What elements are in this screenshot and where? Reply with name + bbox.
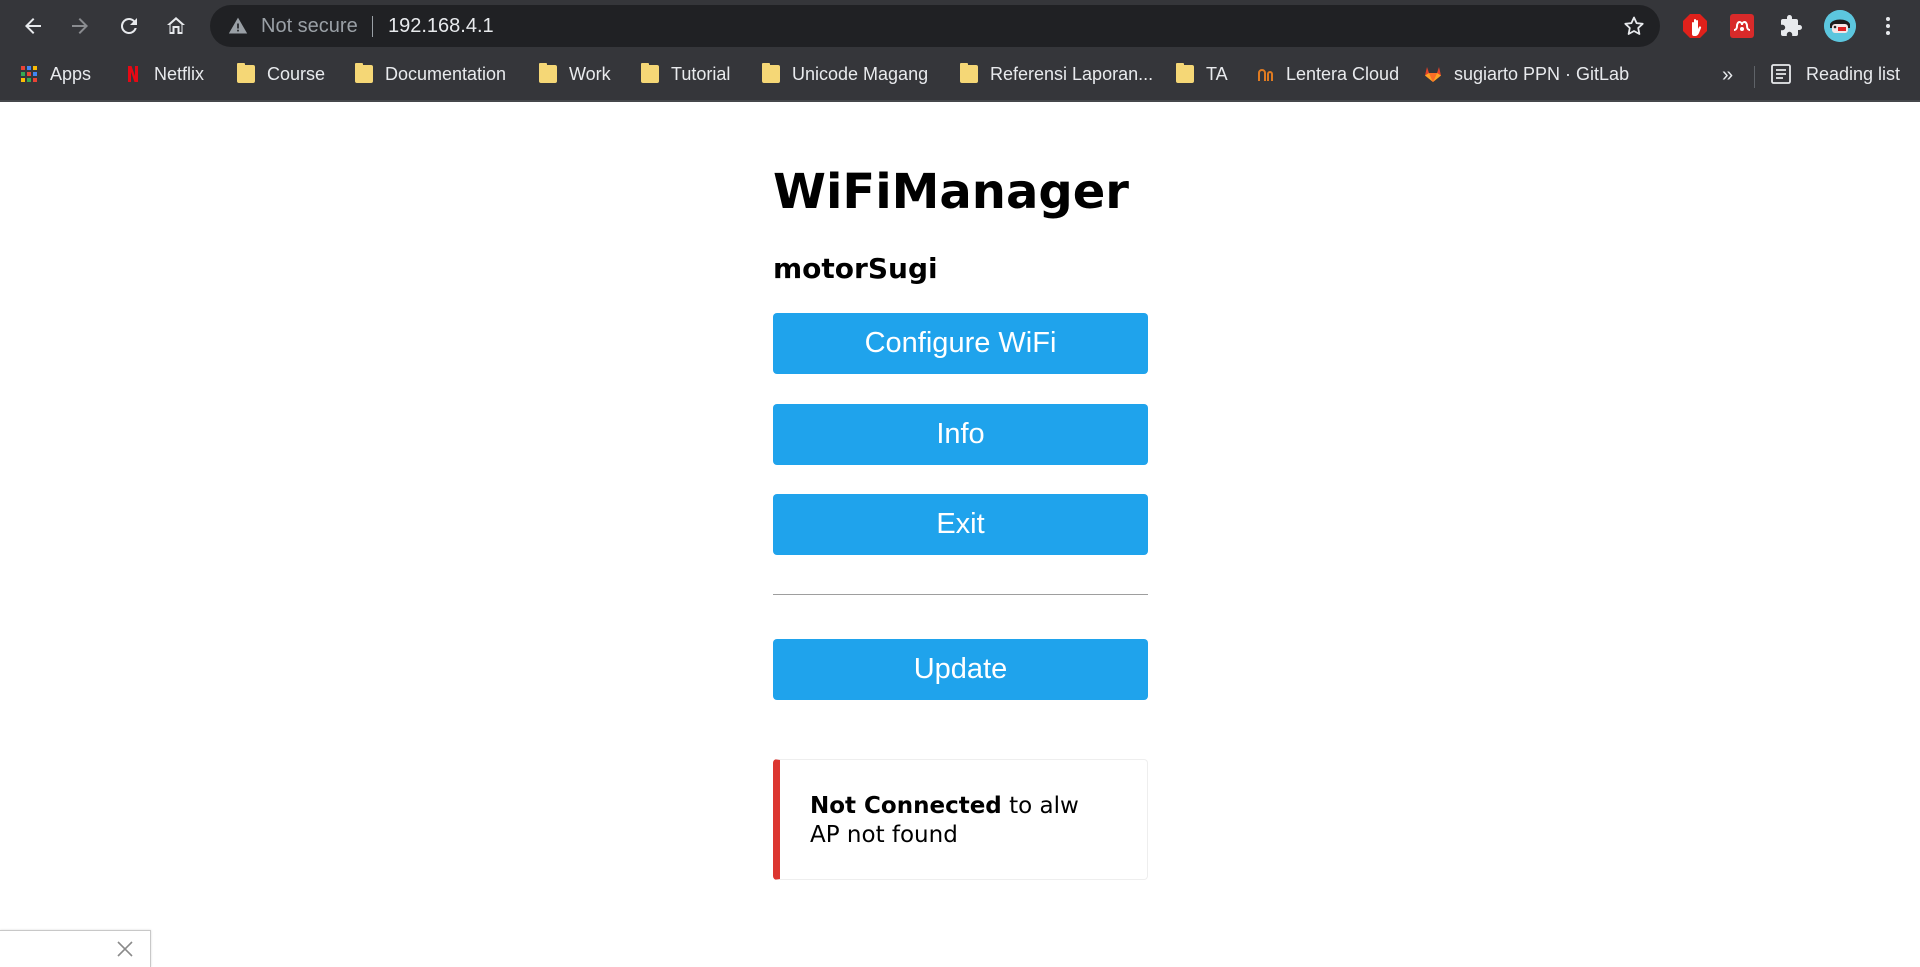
folder-icon [960,63,978,83]
page-title: WiFiManager [773,164,1129,220]
forward-button[interactable] [64,10,96,42]
configure-wifi-button[interactable]: Configure WiFi [773,313,1148,374]
folder-icon [762,63,780,83]
forward-arrow-icon [72,18,88,34]
puzzle-icon [1781,15,1802,36]
bookmark-label: sugiarto PPN · GitLab [1454,63,1630,84]
gitlab-icon [1425,67,1441,82]
bookmark-referensi-laporan[interactable]: Referensi Laporan... [960,59,1153,89]
bookmark-label: Documentation [385,63,507,84]
bookmark-label: Work [569,63,611,84]
bookmark-label: Netflix [154,63,205,84]
bookmark-netflix[interactable]: Netflix [124,59,204,89]
bookmarks-divider [1754,66,1755,88]
menu-dot [1886,24,1890,28]
browser-menu-button[interactable] [1872,10,1904,42]
more-bookmarks-button[interactable]: » [1722,64,1733,87]
corner-popup [0,930,151,967]
device-name: motorSugi [773,252,938,285]
bookmark-lentera-cloud[interactable]: Lentera Cloud [1256,59,1399,89]
warning-icon[interactable] [228,16,248,36]
section-divider [773,594,1148,595]
bookmark-label: Tutorial [671,63,731,84]
status-line: Not Connected to alw [810,792,1147,821]
reading-list-button[interactable]: Reading list [1770,59,1900,89]
menu-dot [1886,31,1890,35]
reading-list-label: Reading list [1806,63,1901,84]
reload-button[interactable] [113,10,145,42]
bookmark-label: Lentera Cloud [1286,63,1400,84]
bookmarks-bar: Apps Netflix Course Documentation Work T… [0,52,1920,96]
bookmark-course[interactable]: Course [237,59,325,89]
address-bar[interactable]: Not secure 192.168.4.1 [210,5,1660,47]
menu-dot [1886,17,1890,21]
bookmark-ta[interactable]: TA [1176,59,1228,89]
reload-icon [120,17,137,34]
mendeley-icon [1730,14,1754,38]
avatar-image-icon [1824,10,1856,42]
security-label[interactable]: Not secure [261,5,358,47]
close-icon[interactable] [116,940,134,958]
apps-grid-icon [21,66,37,82]
browser-toolbar: Not secure 192.168.4.1 [0,0,1920,52]
bookmark-tutorial[interactable]: Tutorial [641,59,730,89]
bookmark-label: Apps [50,63,92,84]
netflix-icon [128,66,138,82]
adblock-extension-button[interactable] [1681,12,1709,40]
exit-button[interactable]: Exit [773,494,1148,555]
bookmark-apps[interactable]: Apps [20,59,91,89]
mendeley-extension-button[interactable] [1728,12,1756,40]
folder-icon [641,63,659,83]
bookmark-documentation[interactable]: Documentation [355,59,506,89]
home-button[interactable] [160,10,192,42]
browser-chrome: Not secure 192.168.4.1 Apps Netflix Cour… [0,0,1920,102]
profile-avatar[interactable] [1824,10,1856,42]
info-button[interactable]: Info [773,404,1148,465]
chrome-bottom-border [0,100,1920,102]
status-detail: AP not found [810,822,958,848]
bookmark-label: Referensi Laporan... [990,63,1154,84]
folder-icon [539,63,557,83]
back-arrow-icon [25,18,41,34]
update-button[interactable]: Update [773,639,1148,700]
home-icon [167,17,185,34]
bookmark-gitlab[interactable]: sugiarto PPN · GitLab [1424,59,1629,89]
status-bold: Not Connected [810,793,1002,819]
adblock-icon [1683,14,1707,38]
bookmark-label: Course [267,63,326,84]
bookmark-unicode-magang[interactable]: Unicode Magang [762,59,928,89]
extensions-button[interactable] [1777,12,1805,40]
bookmark-label: TA [1206,63,1228,84]
folder-icon [1176,63,1194,83]
url-text[interactable]: 192.168.4.1 [388,5,494,47]
bookmark-label: Unicode Magang [792,63,929,84]
status-rest: to alw [1001,793,1079,819]
url-separator [372,16,373,37]
back-button[interactable] [17,10,49,42]
bookmark-star-icon[interactable] [1622,14,1646,38]
connection-status-message: Not Connected to alw AP not found [773,759,1148,880]
reading-list-icon [1771,64,1791,84]
bookmark-work[interactable]: Work [539,59,611,89]
lentera-icon [1258,69,1273,81]
folder-icon [237,63,255,83]
folder-icon [355,63,373,83]
